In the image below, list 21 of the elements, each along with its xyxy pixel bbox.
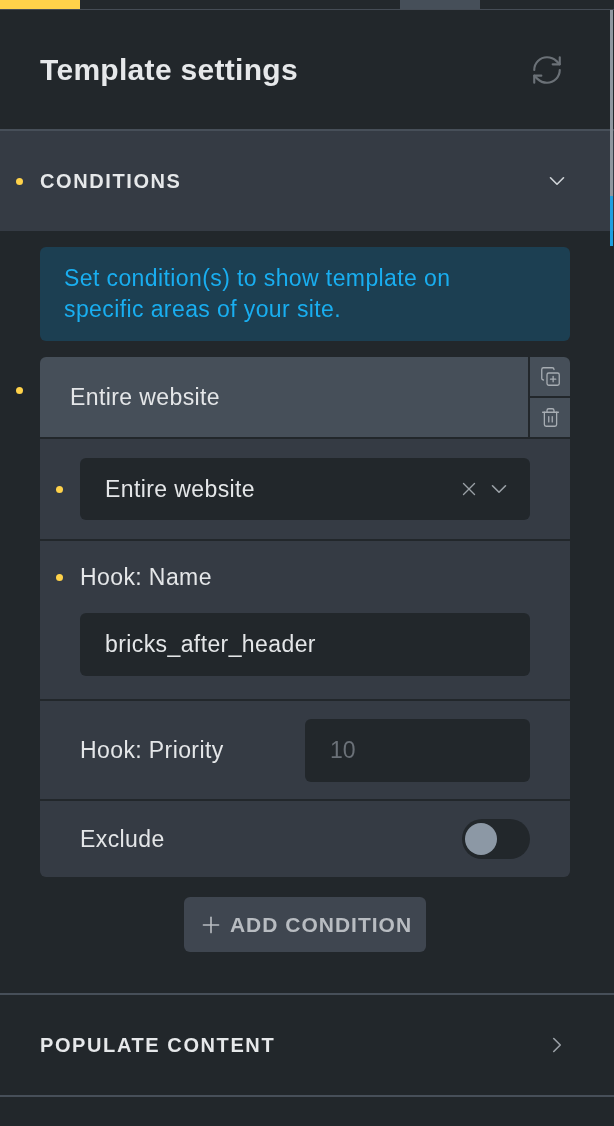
- trash-icon: [539, 407, 561, 428]
- input-field[interactable]: bricks_after_header: [80, 613, 530, 676]
- select-field[interactable]: Entire website: [80, 458, 530, 520]
- section-title: POPULATE CONTENT: [40, 1033, 277, 1058]
- field-label: Exclude: [80, 824, 166, 854]
- toggle-switch[interactable]: [462, 819, 530, 859]
- section-header[interactable]: CONDITIONS: [0, 131, 614, 231]
- info-text: Set condition(s) to show template on specific areas of your site.: [64, 264, 452, 324]
- section-title: CONDITIONS: [40, 169, 183, 194]
- scrollbar-thumb[interactable]: [610, 196, 613, 246]
- condition-header[interactable]: Entire website: [40, 357, 528, 437]
- scrollbar-track[interactable]: [610, 10, 613, 246]
- panel-title: Template settings: [40, 52, 298, 88]
- select-value: Entire website: [105, 474, 257, 504]
- duplicate-button[interactable]: [530, 357, 570, 396]
- condition-title: Entire website: [70, 382, 221, 412]
- delete-button[interactable]: [530, 398, 570, 437]
- field-label: Hook: Name: [80, 562, 212, 592]
- add-condition-button[interactable]: ADD CONDITION: [183, 897, 427, 952]
- duplicate-icon: [539, 366, 561, 387]
- field-label: Hook: Priority: [80, 735, 225, 765]
